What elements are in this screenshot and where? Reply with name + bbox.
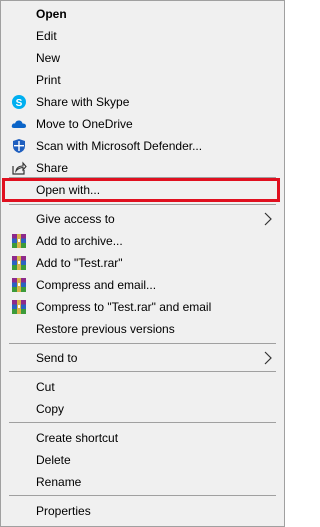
menu-item-new[interactable]: New	[1, 47, 284, 69]
menu-item-move-to-onedrive[interactable]: Move to OneDrive	[1, 113, 284, 135]
menu-item-label: Compress and email...	[36, 278, 157, 292]
chevron-right-icon	[264, 351, 272, 365]
menu-item-copy[interactable]: Copy	[1, 398, 284, 420]
separator	[9, 343, 276, 344]
svg-text:S: S	[16, 98, 23, 109]
menu-item-open[interactable]: Open	[1, 3, 284, 25]
context-menu: Open Edit New Print S Share with Skype M…	[0, 0, 285, 527]
highlight-box	[2, 178, 280, 202]
menu-item-share[interactable]: Share	[1, 157, 284, 179]
menu-item-label: Copy	[36, 402, 65, 416]
menu-item-compress-and-email[interactable]: Compress and email...	[1, 274, 284, 296]
menu-item-label: Open	[36, 7, 67, 21]
menu-item-give-access-to[interactable]: Give access to	[1, 208, 284, 230]
menu-item-cut[interactable]: Cut	[1, 376, 284, 398]
winrar-icon	[11, 255, 27, 271]
separator	[9, 371, 276, 372]
menu-item-scan-defender[interactable]: Scan with Microsoft Defender...	[1, 135, 284, 157]
separator	[9, 422, 276, 423]
menu-item-label: Add to "Test.rar"	[36, 256, 123, 270]
menu-item-print[interactable]: Print	[1, 69, 284, 91]
menu-item-delete[interactable]: Delete	[1, 449, 284, 471]
menu-item-properties[interactable]: Properties	[1, 500, 284, 522]
menu-item-label: Send to	[36, 351, 78, 365]
menu-item-restore-previous-versions[interactable]: Restore previous versions	[1, 318, 284, 340]
menu-item-label: Scan with Microsoft Defender...	[36, 139, 203, 153]
separator	[9, 204, 276, 205]
skype-icon: S	[11, 94, 27, 110]
winrar-icon	[11, 277, 27, 293]
menu-item-label: New	[36, 51, 61, 65]
menu-item-label: Edit	[36, 29, 57, 43]
menu-item-label: Rename	[36, 475, 82, 489]
menu-item-label: Compress to "Test.rar" and email	[36, 300, 212, 314]
menu-item-label: Cut	[36, 380, 55, 394]
menu-item-compress-to-test-rar-and-email[interactable]: Compress to "Test.rar" and email	[1, 296, 284, 318]
menu-item-send-to[interactable]: Send to	[1, 347, 284, 369]
menu-item-label: Move to OneDrive	[36, 117, 133, 131]
separator	[9, 495, 276, 496]
menu-item-add-to-archive[interactable]: Add to archive...	[1, 230, 284, 252]
menu-item-label: Properties	[36, 504, 91, 518]
menu-item-rename[interactable]: Rename	[1, 471, 284, 493]
menu-item-label: Restore previous versions	[36, 322, 175, 336]
menu-item-label: Give access to	[36, 212, 115, 226]
menu-item-label: Share with Skype	[36, 95, 130, 109]
winrar-icon	[11, 299, 27, 315]
chevron-right-icon	[264, 212, 272, 226]
menu-item-edit[interactable]: Edit	[1, 25, 284, 47]
share-icon	[11, 160, 27, 176]
defender-icon	[11, 138, 27, 154]
menu-item-label: Share	[36, 161, 69, 175]
menu-item-share-with-skype[interactable]: S Share with Skype	[1, 91, 284, 113]
winrar-icon	[11, 233, 27, 249]
onedrive-icon	[11, 116, 27, 132]
menu-item-create-shortcut[interactable]: Create shortcut	[1, 427, 284, 449]
menu-item-label: Delete	[36, 453, 71, 467]
menu-item-label: Add to archive...	[36, 234, 123, 248]
menu-item-label: Print	[36, 73, 61, 87]
menu-item-add-to-test-rar[interactable]: Add to "Test.rar"	[1, 252, 284, 274]
menu-item-label: Create shortcut	[36, 431, 119, 445]
